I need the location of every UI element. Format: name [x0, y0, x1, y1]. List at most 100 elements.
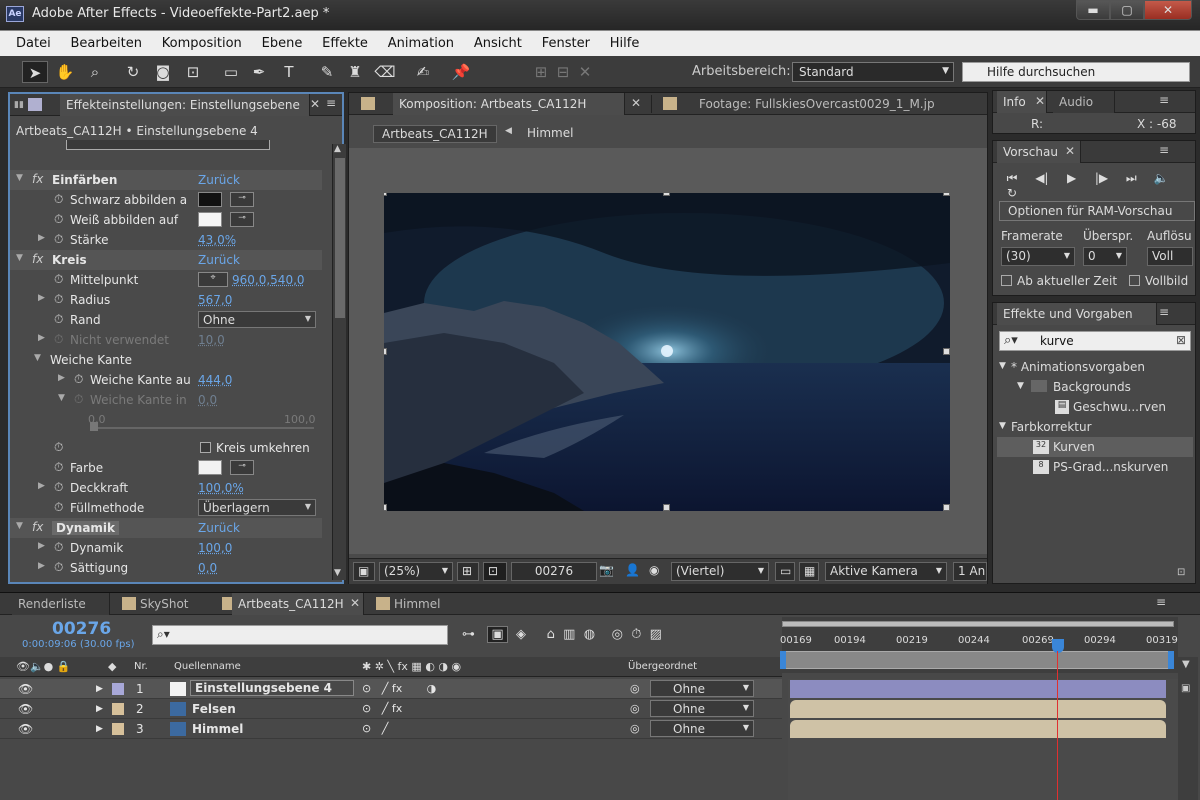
color-swatch-black[interactable] — [198, 192, 222, 207]
graph-editor-icon[interactable]: ▨ — [650, 627, 662, 642]
panel-menu-icon[interactable]: ≡ — [326, 96, 336, 110]
close-button[interactable]: ✕ — [1144, 0, 1192, 20]
eye-icon[interactable]: 👁 — [18, 682, 33, 696]
views-dropdown[interactable]: 1 An — [953, 562, 987, 581]
current-time-field[interactable]: 00276 — [511, 562, 597, 581]
from-current-checkbox[interactable] — [1001, 275, 1012, 286]
tab-renderliste[interactable]: Renderliste — [12, 593, 110, 615]
stopwatch-icon[interactable]: ⏱ — [54, 500, 63, 515]
eye-icon[interactable]: 👁 — [18, 722, 33, 736]
help-search-input[interactable]: Hilfe durchsuchen — [962, 62, 1190, 82]
previous-frame-icon[interactable]: ◀| — [1029, 171, 1055, 185]
expand-arrow-icon[interactable]: ▶ — [38, 293, 45, 303]
layer-row[interactable]: 👁 ▶ 1 Einstellungsebene 4 ⊙ ╱ fx ◑ ◎ Ohn… — [0, 679, 782, 699]
stopwatch-icon[interactable]: ⏱ — [54, 540, 63, 555]
menu-fenster[interactable]: Fenster — [542, 31, 590, 51]
channels-icon[interactable]: ◉ — [645, 562, 667, 581]
next-frame-icon[interactable]: |▶ — [1088, 171, 1114, 185]
layer-bar-felsen[interactable] — [790, 700, 1166, 718]
panel-grip-icon[interactable]: ▮▮ — [14, 100, 24, 110]
pickwhip-icon[interactable]: ◎ — [630, 682, 640, 695]
close-icon[interactable]: ✕ — [350, 596, 360, 610]
effect-kreis[interactable]: ▼ fx Kreis Zurück — [10, 250, 322, 270]
reset-link[interactable]: Zurück — [198, 253, 240, 267]
puppet-pin-tool-icon[interactable]: 📌 — [448, 61, 474, 83]
stopwatch-icon[interactable]: ⏱ — [54, 212, 63, 227]
tree-item[interactable]: ▤ Geschwu...rven — [997, 397, 1193, 417]
rotate-tool-icon[interactable]: ↻ — [120, 61, 146, 83]
label-color-icon[interactable] — [112, 723, 124, 735]
transform-handle[interactable] — [943, 348, 950, 355]
tab-artbeats[interactable]: Artbeats_CA112H — [232, 593, 364, 615]
stopwatch-icon[interactable]: ⏱ — [54, 272, 63, 287]
group-weiche-kante[interactable]: ▼ Weiche Kante — [10, 350, 322, 370]
hide-shy-layers-icon[interactable]: ⌂ — [547, 627, 555, 642]
stopwatch-icon[interactable]: ⏱ — [54, 292, 63, 307]
close-icon[interactable]: ✕ — [1035, 94, 1045, 108]
play-icon[interactable]: ▶ — [1059, 171, 1085, 185]
time-navigator[interactable] — [782, 651, 1174, 669]
label-color-icon[interactable] — [112, 683, 124, 695]
fx-icon[interactable]: fx — [32, 252, 43, 266]
zoom-tool-icon[interactable]: ⌕ — [82, 61, 108, 83]
layer-switch-icons[interactable]: ⊙ ╱ fx — [362, 702, 402, 715]
tree-item[interactable]: 8 PS-Grad...nskurven — [997, 457, 1193, 477]
maximize-button[interactable]: ▢ — [1110, 0, 1144, 20]
scroll-up-icon[interactable]: ▲ — [334, 144, 341, 154]
tree-item[interactable]: ▼ Backgrounds — [997, 377, 1193, 397]
layer-row[interactable]: 👁 ▶ 2 Felsen ⊙ ╱ fx ◎ Ohne — [0, 699, 782, 719]
stopwatch-icon[interactable]: ⏱ — [54, 460, 63, 475]
rand-dropdown[interactable]: Ohne — [198, 311, 316, 328]
transform-handle[interactable] — [663, 193, 670, 196]
stopwatch-icon[interactable]: ⏱ — [54, 480, 63, 495]
layer-name[interactable]: Himmel — [192, 722, 243, 736]
panel-menu-icon[interactable]: ≡ — [1159, 143, 1169, 157]
mask-visibility-icon[interactable]: ⊡ — [483, 562, 507, 581]
collapse-arrow-icon[interactable]: ▼ — [1017, 381, 1024, 391]
stopwatch-icon[interactable]: ⏱ — [54, 560, 63, 575]
navigator-start-handle[interactable] — [780, 651, 786, 669]
effect-panel-scrollbar[interactable]: ▲ ▼ — [332, 144, 346, 580]
parent-dropdown[interactable]: Ohne — [650, 720, 754, 737]
close-icon[interactable]: ✕ — [631, 96, 641, 110]
transform-handle[interactable] — [384, 348, 387, 355]
menu-komposition[interactable]: Komposition — [162, 31, 242, 51]
first-frame-icon[interactable]: ⏮ — [999, 171, 1025, 186]
clear-search-icon[interactable]: ⊠ — [1176, 333, 1186, 347]
crosshair-icon[interactable]: ⌖ — [198, 272, 228, 287]
reset-link[interactable]: Zurück — [198, 173, 240, 187]
fx-icon[interactable]: fx — [32, 520, 43, 534]
color-swatch-white[interactable] — [198, 212, 222, 227]
collapse-arrow-icon[interactable]: ▼ — [16, 521, 23, 531]
pan-behind-tool-icon[interactable]: ⊡ — [180, 61, 206, 83]
layer-name[interactable]: Einstellungsebene 4 — [190, 680, 354, 696]
eraser-tool-icon[interactable]: ⌫ — [372, 61, 398, 83]
layer-name[interactable]: Felsen — [192, 702, 236, 716]
type-tool-icon[interactable]: T — [276, 61, 302, 83]
draft-3d-icon[interactable]: ◈ — [516, 627, 526, 642]
minimize-button[interactable]: ▬ — [1076, 0, 1110, 20]
playhead-handle[interactable] — [1052, 639, 1064, 653]
framerate-dropdown[interactable]: (30) ▼ — [1001, 247, 1075, 266]
pickwhip-icon[interactable]: ◎ — [630, 722, 640, 735]
scrollbar-thumb[interactable] — [335, 158, 345, 318]
layer-bar-himmel[interactable] — [790, 720, 1166, 738]
region-of-interest-icon[interactable]: ▭ — [775, 562, 795, 581]
tab-footage[interactable]: Footage: FullskiesOvercast0029_1_M.jp — [693, 93, 973, 115]
pickwhip-icon[interactable]: ◎ — [630, 702, 640, 715]
comp-button-icon[interactable]: ▼ — [1182, 659, 1190, 670]
color-swatch-farbe[interactable] — [198, 460, 222, 475]
tab-effekte-vorgaben[interactable]: Effekte und Vorgaben — [997, 303, 1157, 325]
eye-icon[interactable]: 👁 — [18, 702, 33, 716]
reset-link[interactable]: Zurück — [198, 521, 240, 535]
expand-arrow-icon[interactable]: ▶ — [38, 561, 45, 571]
new-item-icon[interactable]: ⊡ — [1177, 567, 1185, 578]
selection-tool-icon[interactable]: ➤ — [22, 61, 48, 83]
tab-effect-controls[interactable]: Effekteinstellungen: Einstellungsebene — [60, 94, 310, 116]
menu-bearbeiten[interactable]: Bearbeiten — [71, 31, 142, 51]
always-preview-icon[interactable]: ▣ — [353, 562, 375, 581]
tab-audio[interactable]: Audio — [1053, 91, 1115, 113]
comp-mini-flowchart-icon[interactable]: ⊶ — [462, 627, 475, 642]
playhead-line[interactable] — [1057, 651, 1058, 800]
loop-icon[interactable]: ↻ — [999, 186, 1025, 200]
